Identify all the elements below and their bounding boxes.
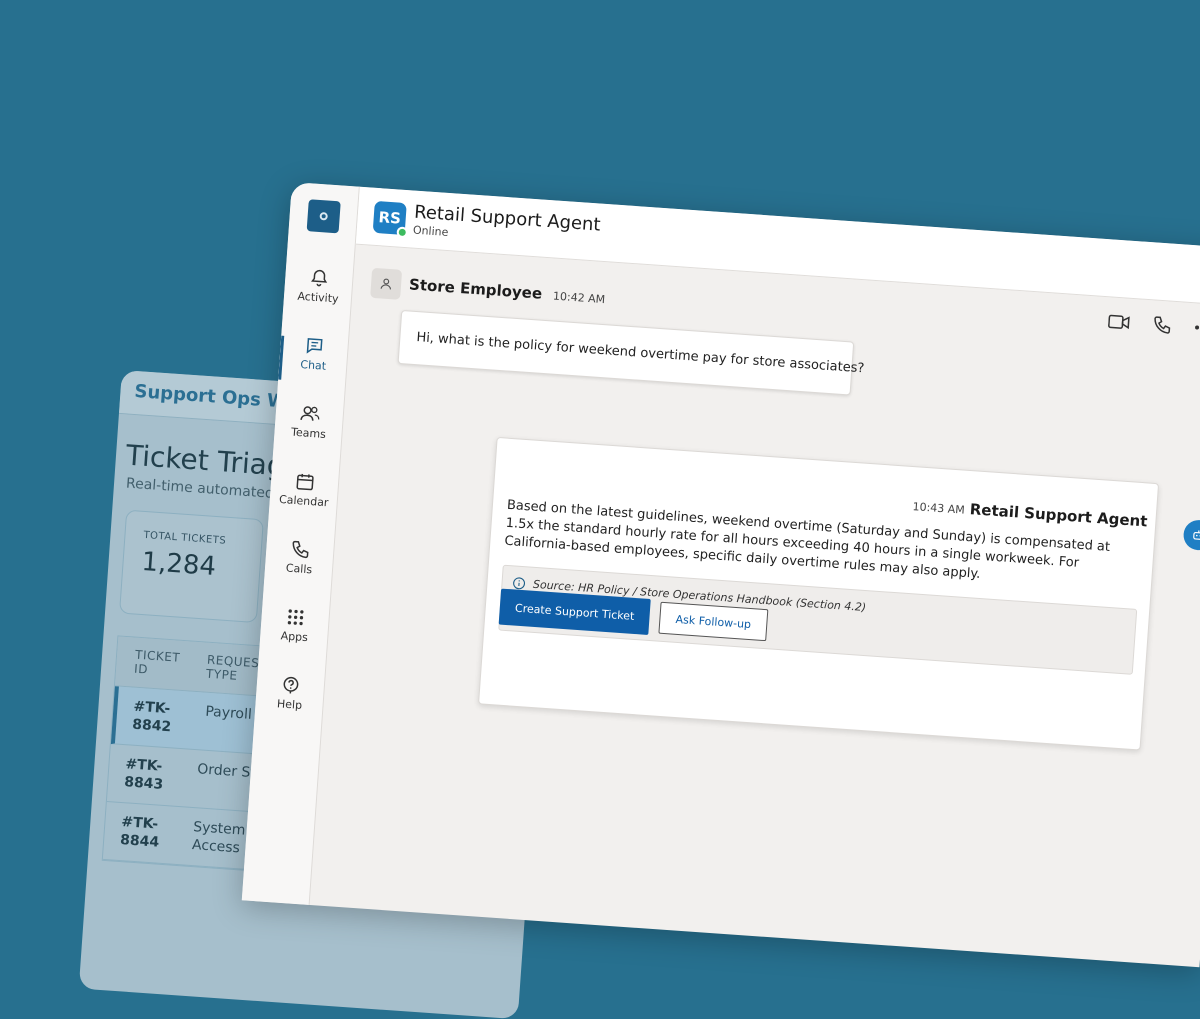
bot-message: 10:43 AM Retail Support Agent Based on t… — [497, 437, 1155, 483]
more-options-icon[interactable] — [1194, 324, 1200, 331]
user-avatar[interactable] — [370, 268, 402, 300]
video-call-icon[interactable] — [1108, 312, 1131, 331]
support-ops-brand[interactable]: Support Ops W — [134, 381, 288, 413]
sidebar-item-label: Calendar — [269, 492, 338, 510]
message-timestamp: 10:42 AM — [553, 290, 606, 307]
sidebar-item-label: Teams — [274, 424, 343, 442]
ticket-id-cell: #TK-8843 — [107, 744, 183, 806]
bot-message-card: 10:43 AM Retail Support Agent Based on t… — [478, 437, 1159, 751]
logo-icon — [319, 212, 328, 221]
total-tickets-label: TOTAL TICKETS — [143, 530, 244, 548]
bot-icon — [1191, 528, 1200, 543]
sidebar-item-label: Calls — [265, 560, 334, 578]
agent-avatar[interactable]: RS — [373, 200, 407, 234]
audio-call-icon[interactable] — [1151, 314, 1172, 335]
chat-icon — [304, 335, 325, 356]
person-icon — [379, 276, 394, 291]
phone-icon — [290, 539, 311, 560]
sidebar-item-label: Help — [255, 696, 324, 714]
bot-avatar[interactable] — [1183, 519, 1200, 551]
user-message-meta: Store Employee 10:42 AM — [409, 274, 606, 307]
app-logo[interactable] — [306, 199, 340, 233]
column-ticket-id[interactable]: TICKET ID — [115, 636, 190, 690]
people-icon — [298, 403, 321, 424]
sidebar-item-help[interactable]: Help — [255, 673, 325, 714]
message-timestamp: 10:43 AM — [912, 500, 965, 517]
sidebar-item-label: Chat — [279, 357, 348, 375]
bot-message-meta: 10:43 AM Retail Support Agent — [906, 495, 1148, 531]
sidebar-item-teams[interactable]: Teams — [274, 401, 344, 442]
grid-icon — [285, 607, 306, 628]
sidebar-item-calls[interactable]: Calls — [265, 537, 335, 578]
sender-name: Store Employee — [409, 275, 543, 302]
bell-icon — [309, 267, 330, 288]
agent-info: Retail Support Agent Online — [412, 202, 601, 250]
ticket-id-cell: #TK-8844 — [103, 802, 179, 864]
sidebar-item-chat[interactable]: Chat — [279, 334, 349, 375]
info-icon — [512, 576, 526, 590]
avatar-initials: RS — [378, 208, 402, 228]
sidebar-item-label: Apps — [260, 628, 329, 646]
total-tickets-value: 1,284 — [141, 547, 243, 584]
help-icon — [280, 674, 301, 695]
calendar-icon — [294, 471, 315, 492]
user-message-bubble: Hi, what is the policy for weekend overt… — [398, 310, 855, 396]
sender-name: Retail Support Agent — [969, 500, 1148, 530]
call-actions — [1108, 311, 1200, 338]
chat-window: Activity Chat Teams — [242, 182, 1200, 967]
chat-main: RS Retail Support Agent Online — [310, 187, 1200, 967]
ticket-id-cell: #TK-8842 — [115, 687, 191, 749]
sidebar-item-label: Activity — [284, 289, 353, 307]
sidebar-item-apps[interactable]: Apps — [260, 605, 330, 646]
sidebar-item-calendar[interactable]: Calendar — [269, 469, 339, 510]
total-tickets-card: TOTAL TICKETS 1,284 — [119, 510, 264, 623]
sidebar-item-activity[interactable]: Activity — [284, 266, 354, 307]
online-status-dot — [396, 226, 408, 238]
